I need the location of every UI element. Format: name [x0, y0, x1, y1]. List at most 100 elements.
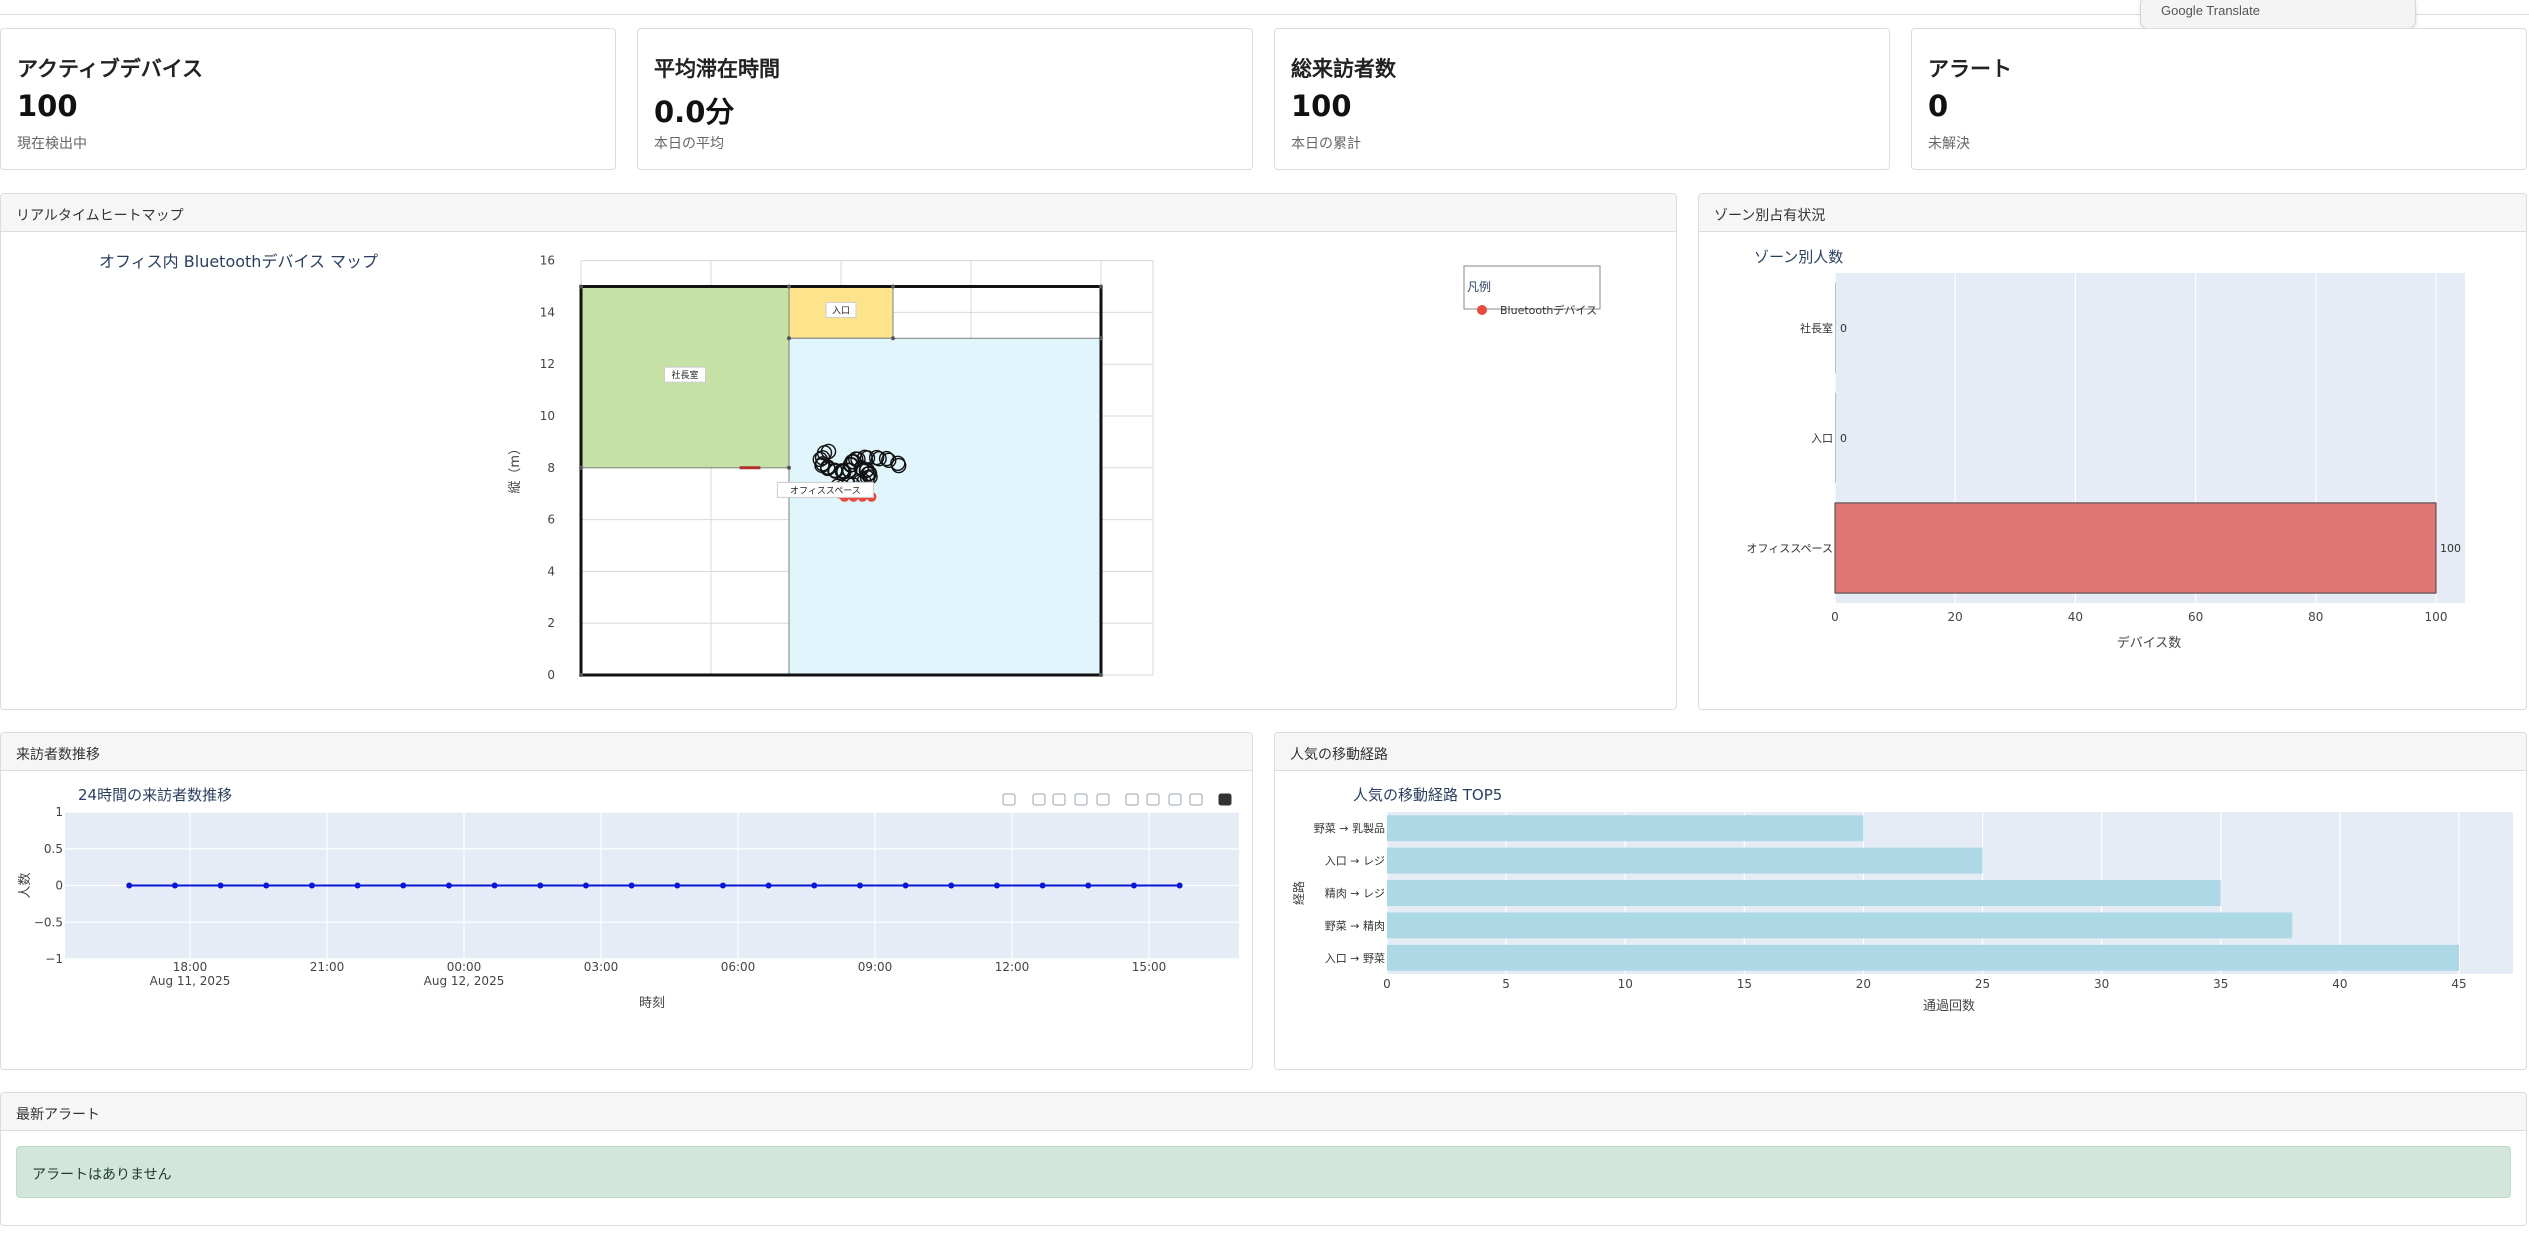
line-y-axis-title: 人数 [18, 872, 33, 898]
route-bar [1387, 880, 2221, 906]
map-zone-label: オフィススペース [790, 485, 861, 496]
map-corner-marker [579, 284, 583, 289]
map-corner-marker [1099, 336, 1103, 341]
line-point [628, 882, 635, 889]
stat-subtitle: 本日の平均 [654, 136, 724, 152]
zone-bar [1835, 392, 1836, 484]
map-corner-marker [787, 465, 791, 470]
routes-x-tick-label: 15 [1737, 977, 1752, 991]
line-point [491, 882, 498, 889]
map-legend-title: 凡例 [1467, 280, 1491, 294]
stat-title: 総来訪者数 [1291, 57, 1396, 81]
box-select-icon[interactable] [1074, 793, 1088, 806]
stat-value: 100 [1291, 89, 1352, 123]
line-point [582, 882, 589, 889]
routes-panel-header: 人気の移動経路 [1275, 733, 2526, 771]
stat-title: アラート [1928, 57, 2012, 81]
line-x-tick-label: 06:00 [721, 960, 756, 974]
stat-value: 0.0分 [654, 95, 735, 129]
stat-subtitle: 現在検出中 [17, 136, 87, 152]
map-chart-title: オフィス内 Bluetoothデバイス マップ [99, 252, 378, 271]
line-y-tick-label: 0 [55, 879, 63, 893]
map-y-tick-label: 10 [540, 409, 555, 423]
google-translate-popup[interactable]: Google Translate [2140, 0, 2416, 30]
line-x-tick-label: 21:00 [310, 960, 345, 974]
alerts-panel-title: 最新アラート [16, 1107, 100, 1123]
route-category-label: 野菜 → 精肉 [1325, 919, 1385, 932]
route-bar [1387, 847, 1983, 874]
visitor-trend-chart[interactable]: 1 0.5 0 −0.5 −1 18:00Aug 11, 2025 21:00 00:00Au… [1, 771, 1254, 1070]
autoscale-icon[interactable] [1168, 793, 1182, 806]
zone-value-label: 0 [1840, 322, 1847, 335]
line-point [171, 882, 178, 889]
zone-x-tick-label: 40 [2068, 610, 2083, 624]
map-legend-marker [1477, 305, 1487, 315]
map-y-tick-label: 8 [547, 461, 555, 475]
zone-x-axis-title: デバイス数 [2117, 635, 2182, 651]
route-category-label: 入口 → 野菜 [1325, 952, 1385, 965]
zone-x-tick-label: 100 [2425, 610, 2448, 624]
line-point [1176, 882, 1183, 889]
stat-subtitle: 本日の累計 [1291, 136, 1361, 152]
map-y-tick-label: 12 [540, 357, 555, 371]
zone-bar [1835, 282, 1836, 374]
line-point [948, 882, 955, 889]
line-point [1130, 882, 1137, 889]
line-point [811, 882, 818, 889]
routes-x-axis-title: 通過回数 [1923, 999, 1975, 1014]
zone-x-tick-label: 0 [1831, 610, 1839, 624]
stat-card-total-visitors: 総来訪者数 100 本日の累計 [1274, 28, 1890, 170]
routes-x-tick-label: 0 [1383, 977, 1391, 991]
map-zone [788, 337, 1102, 676]
line-x-tick-label: 09:00 [858, 960, 893, 974]
home-icon[interactable] [1189, 793, 1203, 806]
line-y-tick-label: 1 [55, 805, 63, 819]
zoom-out-icon[interactable] [1146, 793, 1160, 806]
stat-card-alerts: アラート 0 未解決 [1911, 28, 2527, 170]
line-x-tick-sublabel: Aug 11, 2025 [150, 974, 231, 988]
line-point [537, 882, 544, 889]
routes-x-tick-label: 20 [1856, 977, 1871, 991]
alert-message-box: アラートはありません [16, 1146, 2511, 1198]
map-y-tick-label: 6 [547, 513, 555, 527]
map-y-tick-label: 2 [547, 616, 555, 630]
line-x-tick-sublabel: Aug 12, 2025 [424, 974, 505, 988]
pan-icon[interactable] [1052, 793, 1066, 806]
line-point [993, 882, 1000, 889]
lasso-icon[interactable] [1096, 793, 1110, 806]
routes-x-tick-label: 10 [1618, 977, 1633, 991]
zone-occupancy-chart[interactable]: 0 20 40 60 80 100 社長室 0 入口 0 オフィススペース 100 ゾーン別人数デバイス… [1699, 232, 2528, 710]
alerts-panel-header: 最新アラート [1, 1093, 2526, 1131]
line-x-tick-label: 12:00 [995, 960, 1030, 974]
map-corner-marker [579, 673, 583, 677]
zone-x-tick-label: 60 [2188, 610, 2203, 624]
camera-icon[interactable] [1002, 793, 1016, 806]
stat-value: 100 [17, 89, 78, 123]
zone-category-label: 社長室 [1800, 321, 1833, 335]
google-translate-label: Google Translate [2161, 3, 2261, 18]
line-point [674, 882, 681, 889]
route-category-label: 精肉 → レジ [1325, 887, 1385, 900]
map-y-tick-label: 0 [547, 668, 555, 682]
stat-value: 0 [1928, 89, 1949, 123]
popular-routes-chart[interactable]: 0 5 10 15 20 25 30 35 40 45 野菜 → 乳製品入口 → レジ精肉 → レジ… [1275, 771, 2528, 1070]
routes-x-tick-label: 25 [1975, 977, 1990, 991]
route-bar [1387, 815, 1864, 842]
map-zone-label: 社長室 [671, 369, 698, 381]
line-x-tick-label: 00:00 [447, 960, 482, 974]
line-point [719, 882, 726, 889]
line-point [1039, 882, 1046, 889]
line-point [902, 882, 909, 889]
zoom-in-icon[interactable] [1125, 793, 1139, 806]
route-bar [1387, 912, 2293, 939]
route-bar [1387, 944, 2459, 971]
routes-y-axis-title: 経路 [1291, 881, 1306, 905]
office-map-chart[interactable]: オフィス内 Bluetoothデバイス マップ 0 2 4 6 8 10 12 14 16 社長室 入… [1, 232, 1678, 710]
plotly-logo-icon[interactable] [1218, 793, 1232, 806]
zone-panel: ゾーン別占有状況 0 20 40 60 80 100 社長室 0 入口 0 オフィススペース 100 ゾ… [1698, 193, 2527, 710]
zoom-icon[interactable] [1032, 793, 1046, 806]
line-point [400, 882, 407, 889]
zone-chart-title: ゾーン別人数 [1754, 248, 1843, 266]
zone-value-label: 0 [1840, 432, 1847, 445]
route-category-label: 入口 → レジ [1325, 855, 1385, 868]
